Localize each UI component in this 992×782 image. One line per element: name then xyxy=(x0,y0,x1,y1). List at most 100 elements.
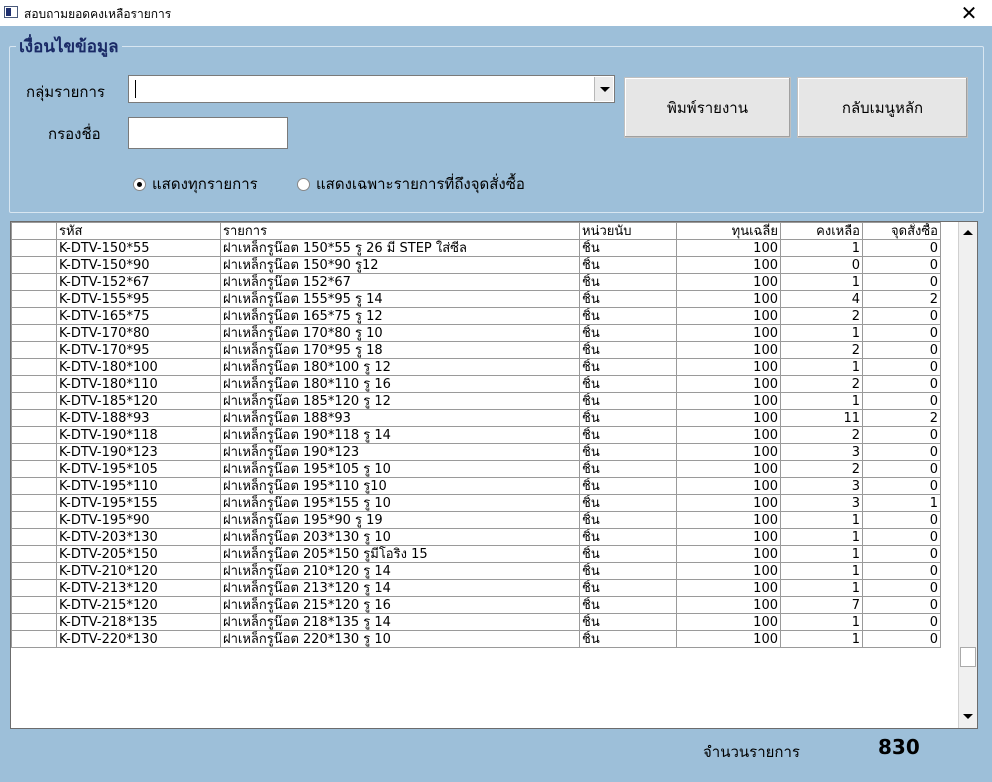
cell-remaining[interactable]: 4 xyxy=(780,290,863,308)
table-row[interactable]: K-DTV-150*90 ฝาเหล็กรูน๊อต 150*90 รู12 ชิ้… xyxy=(11,256,941,274)
cell-unit[interactable]: ชิ้น xyxy=(579,494,677,512)
table-row[interactable]: K-DTV-180*100 ฝาเหล็กรูน๊อต 180*100 รู 12… xyxy=(11,358,941,376)
row-selector[interactable] xyxy=(11,392,57,410)
table-row[interactable]: K-DTV-195*105 ฝาเหล็กรูน๊อต 195*105 รู 10… xyxy=(11,460,941,478)
cell-item[interactable]: ฝาเหล็กรูน๊อต 165*75 รู 12 xyxy=(220,307,580,325)
cell-code[interactable]: K-DTV-180*110 xyxy=(56,375,221,393)
cell-unit[interactable]: ชิ้น xyxy=(579,307,677,325)
cell-item[interactable]: ฝาเหล็กรูน๊อต 155*95 รู 14 xyxy=(220,290,580,308)
cell-code[interactable]: K-DTV-195*90 xyxy=(56,511,221,529)
row-selector[interactable] xyxy=(11,290,57,308)
radio-reorder-button[interactable] xyxy=(297,177,310,191)
back-to-main-menu-button[interactable]: กลับเมนูหลัก xyxy=(797,77,968,138)
cell-reorder-point[interactable]: 0 xyxy=(862,256,941,274)
name-filter-input[interactable] xyxy=(128,117,288,149)
cell-avg-cost[interactable]: 100 xyxy=(676,630,781,648)
cell-unit[interactable]: ชิ้น xyxy=(579,426,677,444)
cell-avg-cost[interactable]: 100 xyxy=(676,579,781,597)
vertical-scrollbar[interactable] xyxy=(958,222,977,728)
row-selector[interactable] xyxy=(11,239,57,257)
cell-reorder-point[interactable]: 0 xyxy=(862,613,941,631)
cell-code[interactable]: K-DTV-170*95 xyxy=(56,341,221,359)
cell-reorder-point[interactable]: 0 xyxy=(862,307,941,325)
cell-remaining[interactable]: 2 xyxy=(780,375,863,393)
scroll-down-icon[interactable] xyxy=(960,708,976,726)
group-combobox[interactable] xyxy=(128,75,615,103)
row-selector[interactable] xyxy=(11,528,57,546)
row-selector[interactable] xyxy=(11,324,57,342)
cell-reorder-point[interactable]: 0 xyxy=(862,460,941,478)
cell-code[interactable]: K-DTV-170*80 xyxy=(56,324,221,342)
table-row[interactable]: K-DTV-150*55 ฝาเหล็กรูน๊อต 150*55 รู 26 ม… xyxy=(11,239,941,257)
row-selector[interactable] xyxy=(11,613,57,631)
cell-reorder-point[interactable]: 0 xyxy=(862,324,941,342)
table-row[interactable]: K-DTV-170*80 ฝาเหล็กรูน๊อต 170*80 รู 10 ชิ… xyxy=(11,324,941,342)
cell-avg-cost[interactable]: 100 xyxy=(676,256,781,274)
cell-unit[interactable]: ชิ้น xyxy=(579,528,677,546)
cell-item[interactable]: ฝาเหล็กรูน๊อต 185*120 รู 12 xyxy=(220,392,580,410)
column-header-code[interactable]: รหัส xyxy=(56,222,221,240)
cell-unit[interactable]: ชิ้น xyxy=(579,613,677,631)
cell-code[interactable]: K-DTV-180*100 xyxy=(56,358,221,376)
cell-unit[interactable]: ชิ้น xyxy=(579,273,677,291)
row-selector[interactable] xyxy=(11,562,57,580)
cell-remaining[interactable]: 2 xyxy=(780,307,863,325)
cell-item[interactable]: ฝาเหล็กรูน๊อต 205*150 รูมีโอริง 15 xyxy=(220,545,580,563)
cell-remaining[interactable]: 3 xyxy=(780,494,863,512)
row-selector-header[interactable] xyxy=(11,222,57,240)
inventory-grid[interactable]: รหัส รายการ หน่วยนับ ทุนเฉลี่ย คงเหลือ จ… xyxy=(10,221,978,729)
row-selector[interactable] xyxy=(11,307,57,325)
cell-code[interactable]: K-DTV-220*130 xyxy=(56,630,221,648)
table-row[interactable]: K-DTV-180*110 ฝาเหล็กรูน๊อต 180*110 รู 16… xyxy=(11,375,941,393)
cell-avg-cost[interactable]: 100 xyxy=(676,392,781,410)
cell-reorder-point[interactable]: 1 xyxy=(862,494,941,512)
row-selector[interactable] xyxy=(11,409,57,427)
row-selector[interactable] xyxy=(11,477,57,495)
cell-reorder-point[interactable]: 0 xyxy=(862,477,941,495)
cell-reorder-point[interactable]: 0 xyxy=(862,426,941,444)
cell-avg-cost[interactable]: 100 xyxy=(676,290,781,308)
cell-item[interactable]: ฝาเหล็กรูน๊อต 213*120 รู 14 xyxy=(220,579,580,597)
radio-all-option[interactable]: แสดงทุกรายการ xyxy=(133,172,258,196)
row-selector[interactable] xyxy=(11,545,57,563)
cell-code[interactable]: K-DTV-150*55 xyxy=(56,239,221,257)
table-row[interactable]: K-DTV-215*120 ฝาเหล็กรูน๊อต 215*120 รู 16… xyxy=(11,596,941,614)
cell-reorder-point[interactable]: 0 xyxy=(862,528,941,546)
table-row[interactable]: K-DTV-155*95 ฝาเหล็กรูน๊อต 155*95 รู 14 ชิ… xyxy=(11,290,941,308)
row-selector[interactable] xyxy=(11,375,57,393)
scroll-up-icon[interactable] xyxy=(960,224,976,242)
cell-code[interactable]: K-DTV-213*120 xyxy=(56,579,221,597)
cell-code[interactable]: K-DTV-150*90 xyxy=(56,256,221,274)
row-selector[interactable] xyxy=(11,358,57,376)
cell-reorder-point[interactable]: 0 xyxy=(862,443,941,461)
cell-reorder-point[interactable]: 0 xyxy=(862,562,941,580)
cell-item[interactable]: ฝาเหล็กรูน๊อต 180*110 รู 16 xyxy=(220,375,580,393)
cell-avg-cost[interactable]: 100 xyxy=(676,494,781,512)
cell-code[interactable]: K-DTV-205*150 xyxy=(56,545,221,563)
cell-avg-cost[interactable]: 100 xyxy=(676,324,781,342)
cell-item[interactable]: ฝาเหล็กรูน๊อต 220*130 รู 10 xyxy=(220,630,580,648)
row-selector[interactable] xyxy=(11,426,57,444)
cell-unit[interactable]: ชิ้น xyxy=(579,545,677,563)
cell-unit[interactable]: ชิ้น xyxy=(579,324,677,342)
table-row[interactable]: K-DTV-165*75 ฝาเหล็กรูน๊อต 165*75 รู 12 ชิ… xyxy=(11,307,941,325)
cell-remaining[interactable]: 3 xyxy=(780,477,863,495)
cell-avg-cost[interactable]: 100 xyxy=(676,341,781,359)
cell-remaining[interactable]: 0 xyxy=(780,256,863,274)
cell-remaining[interactable]: 7 xyxy=(780,596,863,614)
row-selector[interactable] xyxy=(11,273,57,291)
cell-remaining[interactable]: 1 xyxy=(780,324,863,342)
cell-avg-cost[interactable]: 100 xyxy=(676,426,781,444)
cell-unit[interactable]: ชิ้น xyxy=(579,375,677,393)
cell-remaining[interactable]: 1 xyxy=(780,545,863,563)
row-selector[interactable] xyxy=(11,256,57,274)
cell-reorder-point[interactable]: 0 xyxy=(862,630,941,648)
cell-item[interactable]: ฝาเหล็กรูน๊อต 170*80 รู 10 xyxy=(220,324,580,342)
cell-item[interactable]: ฝาเหล็กรูน๊อต 203*130 รู 10 xyxy=(220,528,580,546)
cell-item[interactable]: ฝาเหล็กรูน๊อต 215*120 รู 16 xyxy=(220,596,580,614)
cell-unit[interactable]: ชิ้น xyxy=(579,460,677,478)
cell-avg-cost[interactable]: 100 xyxy=(676,477,781,495)
cell-unit[interactable]: ชิ้น xyxy=(579,290,677,308)
cell-unit[interactable]: ชิ้น xyxy=(579,477,677,495)
row-selector[interactable] xyxy=(11,341,57,359)
